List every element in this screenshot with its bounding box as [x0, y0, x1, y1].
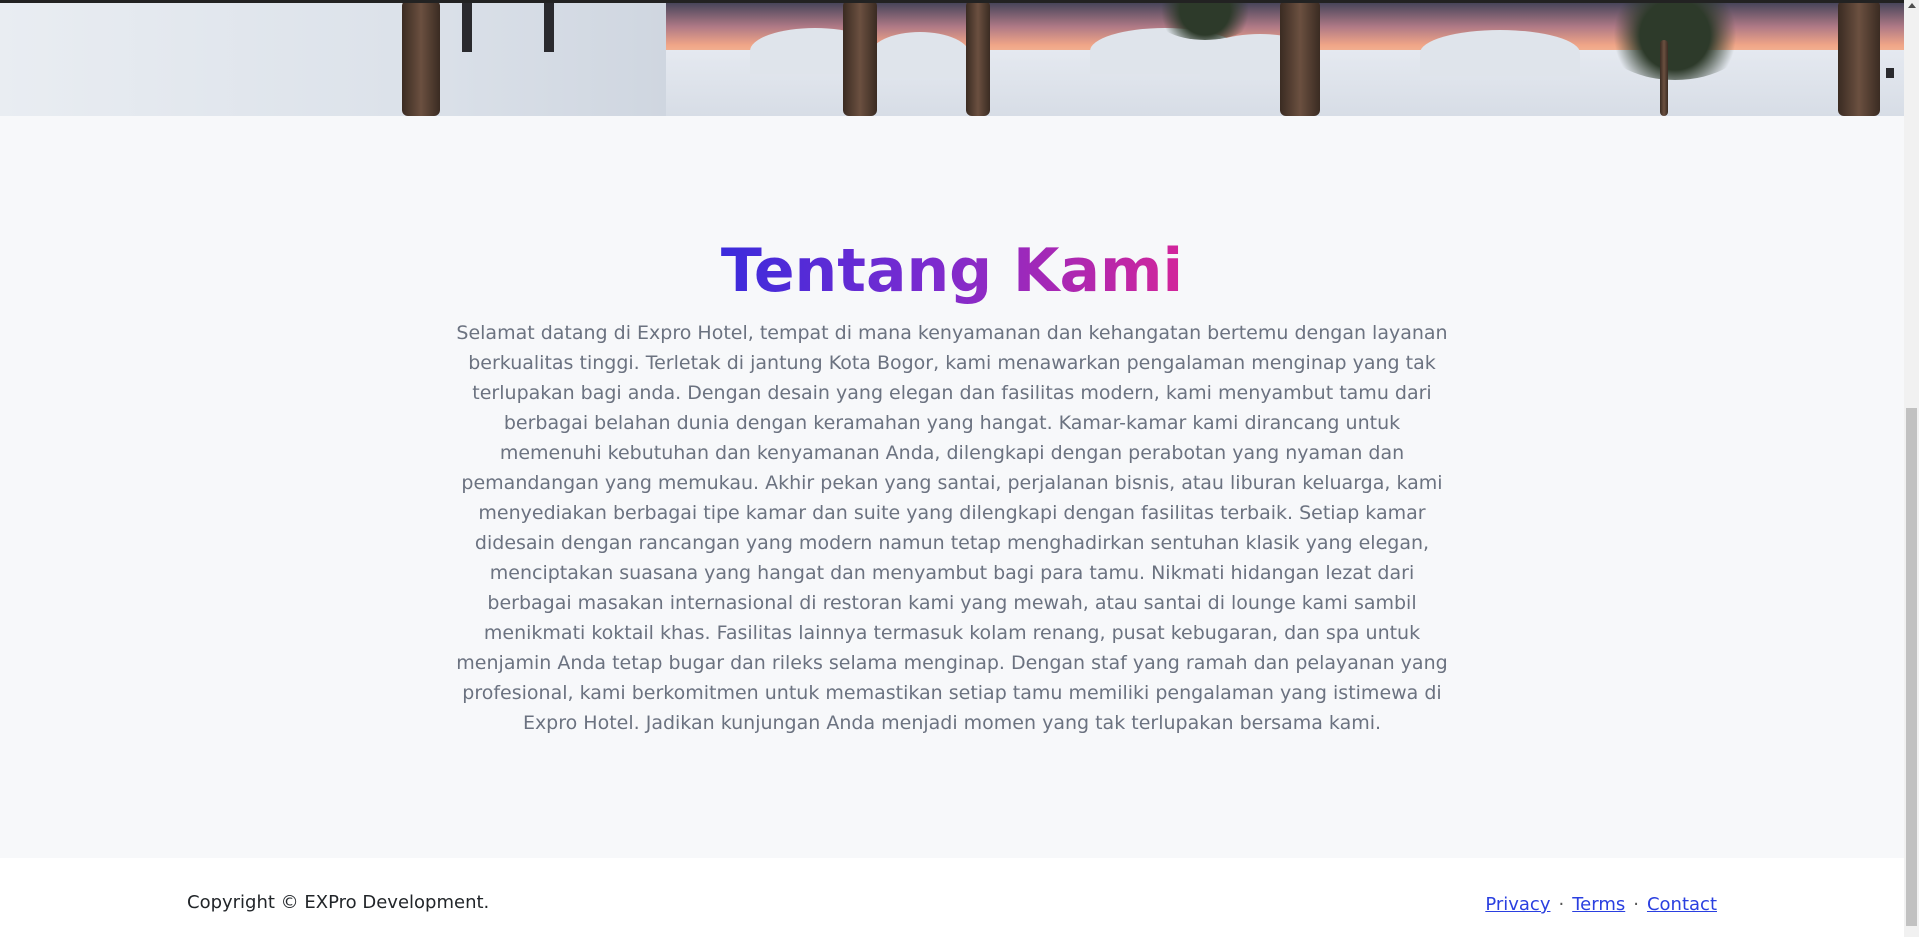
hero-palm-trunk [843, 0, 877, 116]
hero-wall-left [0, 0, 666, 116]
terms-link[interactable]: Terms [1572, 894, 1625, 915]
hero-palm-trunk [1838, 0, 1880, 116]
hero-dome [870, 32, 970, 78]
about-body: Selamat datang di Expro Hotel, tempat di… [456, 322, 1448, 734]
footer-link-separator: · [1633, 894, 1639, 915]
hero-palm-trunk [966, 0, 990, 116]
hero-post [462, 0, 472, 52]
contact-link[interactable]: Contact [1647, 894, 1717, 915]
hero-top-border [0, 0, 1904, 3]
hero-post [544, 0, 554, 52]
about-section: Tentang Kami Selamat datang di Expro Hot… [0, 116, 1904, 858]
about-heading-text: Tentang Kami [720, 236, 1184, 306]
hero-image [0, 0, 1904, 116]
footer-copyright: Copyright © EXPro Development. [187, 892, 490, 913]
footer-link-separator: · [1558, 894, 1565, 915]
page: Tentang Kami Selamat datang di Expro Hot… [0, 0, 1919, 937]
privacy-link[interactable]: Privacy [1485, 894, 1550, 915]
hero-palm-trunk [1660, 40, 1668, 116]
scroll-up-arrow-icon[interactable] [1908, 3, 1916, 8]
hero-palm-trunk [1280, 0, 1320, 116]
page-scrollbar[interactable] [1904, 0, 1919, 937]
footer: Copyright © EXPro Development. Privacy · T… [0, 858, 1904, 937]
hero-dome [1420, 30, 1580, 76]
scrollbar-thumb[interactable] [1906, 408, 1917, 926]
about-heading: Tentang Kami [0, 236, 1904, 306]
hero-lamp [1886, 68, 1894, 78]
footer-links: Privacy · Terms · Contact [1485, 894, 1717, 915]
hero-palm-trunk [402, 0, 440, 116]
